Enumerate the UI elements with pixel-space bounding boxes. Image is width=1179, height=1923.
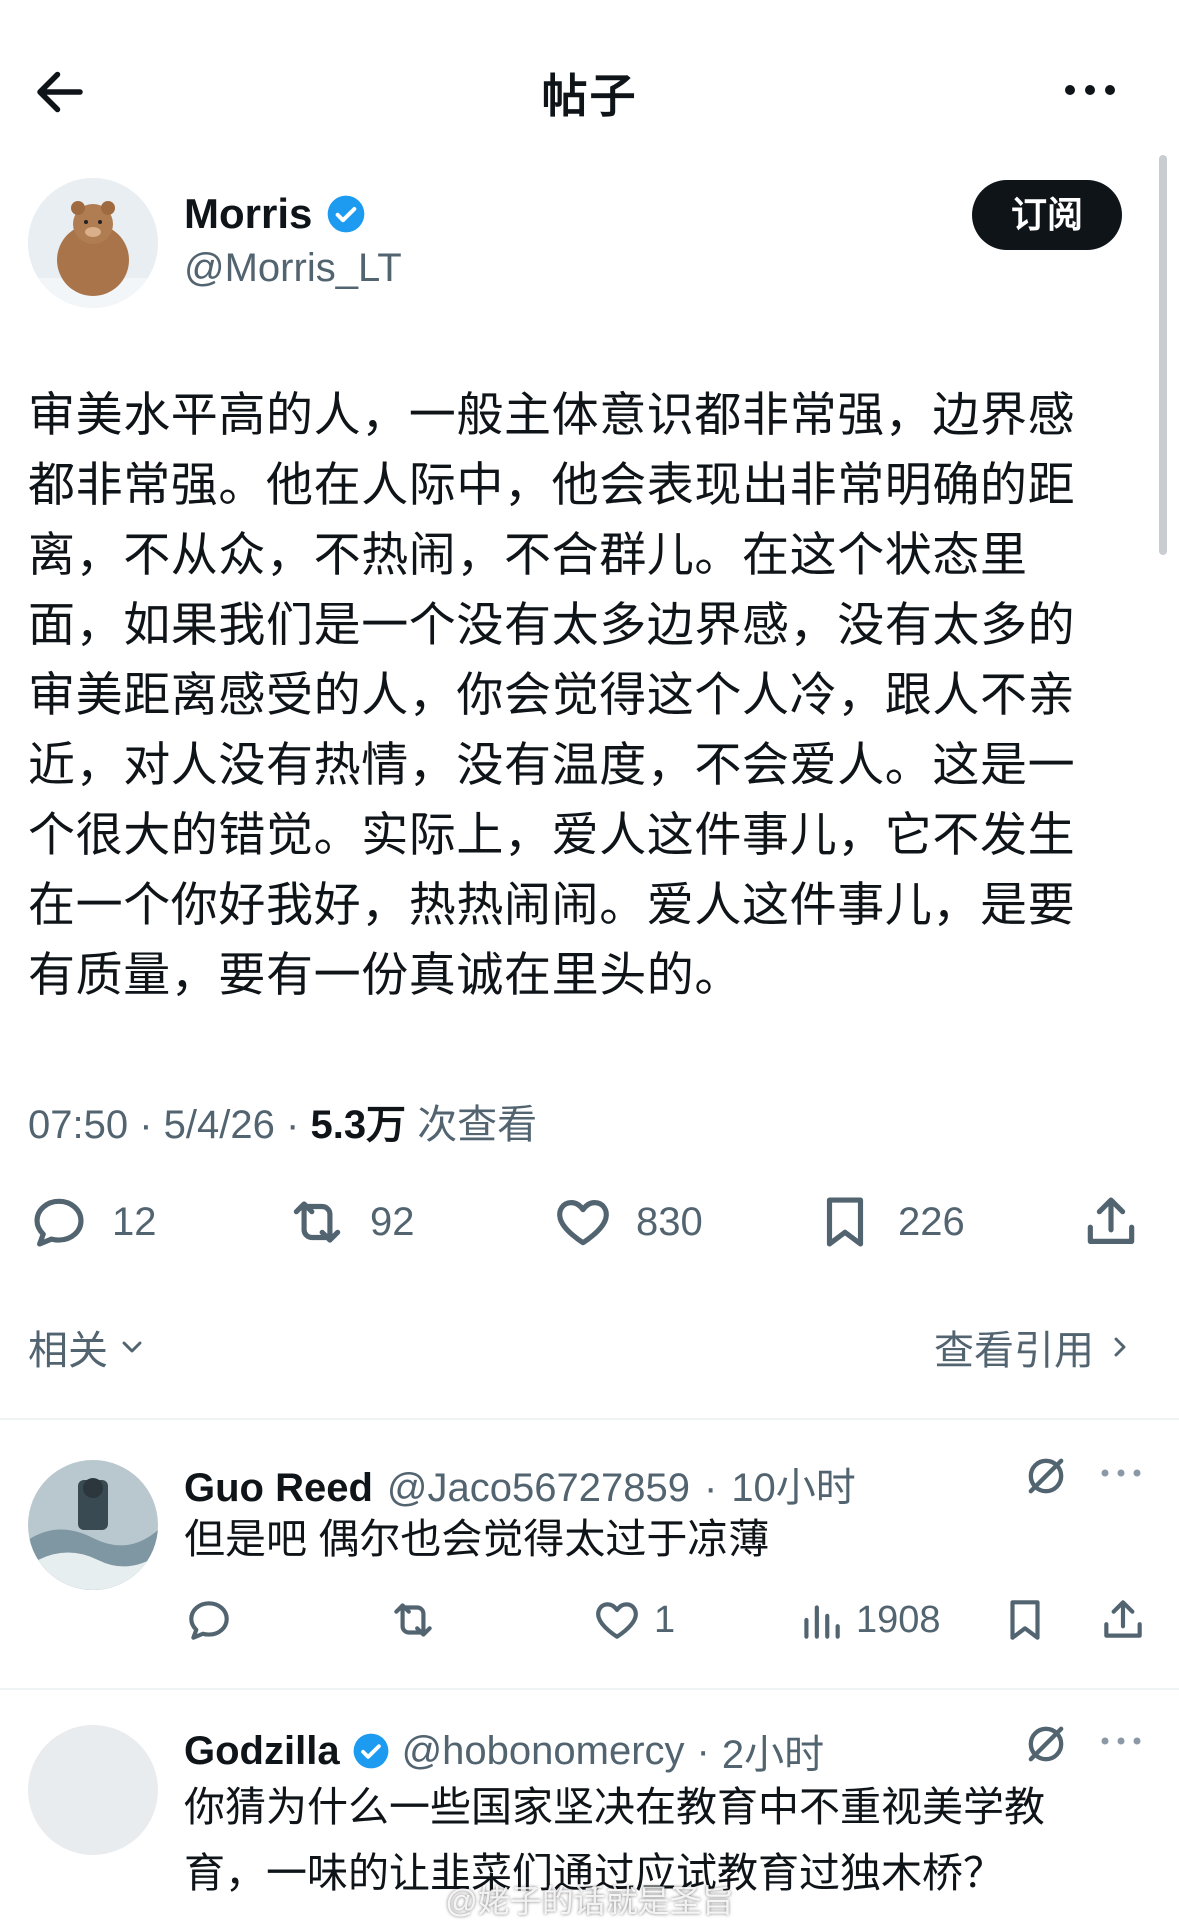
reply-like-button[interactable]: 1: [592, 1595, 675, 1645]
related-label: 相关: [28, 1329, 108, 1373]
author-name[interactable]: Morris: [184, 190, 312, 238]
bookmark-icon: [826, 1197, 864, 1247]
more-options-button[interactable]: [1060, 70, 1120, 110]
reply-author-name[interactable]: Godzilla: [184, 1729, 340, 1774]
view-quotes-link[interactable]: 查看引用: [934, 1318, 1136, 1376]
reply-views-button[interactable]: 1908: [796, 1595, 941, 1645]
repost-count: 92: [370, 1199, 415, 1244]
reply-icon: [189, 1601, 229, 1640]
reply-header: Godzilla @hobonomercy · 2小时: [184, 1722, 824, 1780]
chevron-down-icon: [122, 1341, 142, 1353]
bookmark-count: 226: [898, 1199, 965, 1244]
share-button[interactable]: [1080, 1190, 1142, 1254]
share-icon: [1104, 1600, 1142, 1638]
more-horizontal-icon: [1065, 85, 1115, 95]
reply-bookmark-button[interactable]: [1000, 1595, 1050, 1645]
meta-dot: ·: [696, 1728, 710, 1773]
reply-text: 但是吧 偶尔也会觉得太过于凉薄: [184, 1516, 770, 1562]
reply-repost-button[interactable]: [388, 1595, 438, 1645]
reply-reply-button[interactable]: [184, 1595, 234, 1645]
post-text: 审美水平高的人，一般主体意识都非常强，边界感 都非常强。他在人际中，他会表现出非…: [28, 388, 1076, 1001]
bear-avatar-icon: [28, 178, 158, 308]
post-meta: 07:50 · 5/4/26 · 5.3万 次查看: [28, 1092, 537, 1150]
reply-more-button[interactable]: [1098, 1726, 1144, 1756]
related-dropdown[interactable]: 相关: [28, 1318, 148, 1376]
reply-count: 12: [112, 1199, 157, 1244]
views-label: 次查看: [417, 1103, 538, 1147]
reply-header: Guo Reed @Jaco56727859 · 10小时: [184, 1455, 856, 1513]
reply-avatar[interactable]: [28, 1725, 158, 1855]
meta-dot: ·: [139, 1103, 164, 1147]
reply-author-name[interactable]: Guo Reed: [184, 1466, 373, 1511]
like-button[interactable]: 830: [552, 1190, 703, 1254]
reply-button[interactable]: 12: [28, 1190, 157, 1254]
reply-author-handle[interactable]: @hobonomercy: [402, 1729, 685, 1774]
reply-share-button[interactable]: [1098, 1595, 1148, 1645]
watermark: @姥子的话就是圣旨: [445, 1883, 734, 1919]
reply-more-button[interactable]: [1098, 1458, 1144, 1488]
post-time: 07:50: [28, 1103, 129, 1147]
views-count: 5.3万: [310, 1103, 407, 1147]
repost-icon: [394, 1603, 432, 1637]
divider: [0, 1418, 1179, 1420]
reply-like-count: 1: [654, 1598, 676, 1641]
bookmark-button[interactable]: 226: [814, 1190, 965, 1254]
diver-avatar-icon: [28, 1460, 158, 1590]
more-horizontal-icon: [1101, 1737, 1141, 1745]
heart-icon: [596, 1602, 638, 1639]
share-icon: [1087, 1197, 1135, 1244]
chevron-right-icon: [1114, 1337, 1126, 1357]
reply-views-count: 1908: [856, 1598, 941, 1641]
like-count: 830: [636, 1199, 703, 1244]
page-title: 帖子: [541, 70, 638, 122]
reply-time: 10小时: [731, 1466, 856, 1510]
heart-icon: [557, 1200, 609, 1246]
grok-button[interactable]: [1020, 1718, 1072, 1770]
avatar[interactable]: [28, 178, 158, 308]
reply-time: 2小时: [721, 1733, 825, 1777]
post-date: 5/4/26: [163, 1103, 275, 1147]
analytics-icon: [804, 1605, 840, 1639]
view-quotes-label: 查看引用: [934, 1329, 1094, 1373]
author-handle[interactable]: @Morris_LT: [184, 246, 402, 291]
divider: [0, 1688, 1179, 1690]
meta-dot: ·: [286, 1103, 311, 1147]
grok-icon: [1028, 1726, 1064, 1762]
reply-avatar[interactable]: [28, 1460, 158, 1590]
meta-dot: ·: [703, 1466, 718, 1510]
scrollbar[interactable]: [1159, 155, 1167, 555]
more-horizontal-icon: [1101, 1469, 1141, 1477]
grok-icon: [1028, 1458, 1064, 1494]
reply-icon: [34, 1198, 84, 1247]
reply-author-handle[interactable]: @Jaco56727859: [387, 1466, 690, 1511]
subscribe-button[interactable]: 订阅: [972, 180, 1122, 250]
grok-button[interactable]: [1020, 1450, 1072, 1502]
verified-badge-icon: [353, 1733, 388, 1769]
repost-icon: [293, 1201, 341, 1243]
bookmark-icon: [1010, 1600, 1040, 1640]
repost-button[interactable]: 92: [286, 1190, 415, 1254]
verified-badge-icon: [326, 194, 366, 234]
